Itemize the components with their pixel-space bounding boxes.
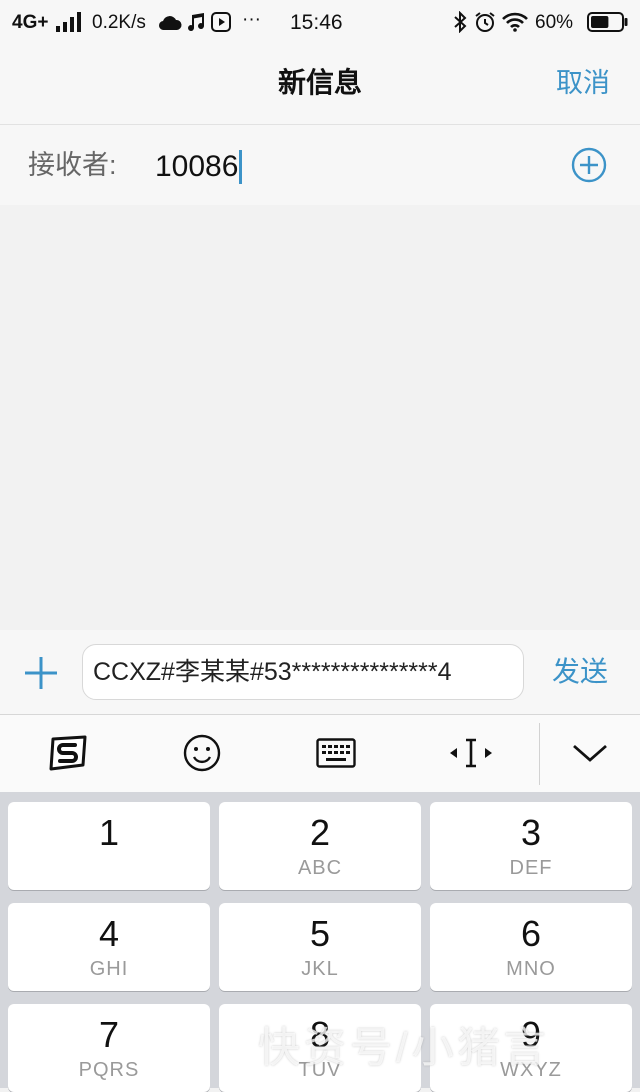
page-title: 新信息 xyxy=(277,67,362,98)
attach-button[interactable] xyxy=(22,654,60,692)
key-letters: ABC xyxy=(297,857,343,879)
key-digit: 1 xyxy=(98,812,120,853)
key-5[interactable]: 5 JKL xyxy=(219,903,421,991)
signal-icon xyxy=(56,12,82,39)
key-letters: GHI xyxy=(89,958,129,980)
recipient-row: 接收者: 10086 xyxy=(0,125,640,205)
key-digit: 4 xyxy=(98,913,120,954)
key-3[interactable]: 3 DEF xyxy=(430,802,632,890)
key-letters: DEF xyxy=(509,857,553,879)
compose-bar: CCXZ#李某某#53***************4 发送 xyxy=(0,630,640,714)
key-digit: 6 xyxy=(520,913,542,954)
network-type: 4G+ xyxy=(12,12,49,33)
key-letters: PQRS xyxy=(78,1059,140,1081)
plus-icon xyxy=(25,657,57,689)
music-icon xyxy=(186,12,206,39)
add-recipient-button[interactable] xyxy=(571,147,607,183)
emoji-icon[interactable] xyxy=(180,733,224,773)
key-4[interactable]: 4 GHI xyxy=(8,903,210,991)
nav-bar: 新信息 取消 xyxy=(0,46,640,125)
cursor-move-icon[interactable] xyxy=(448,733,494,773)
battery-icon xyxy=(587,12,629,39)
send-button[interactable]: 发送 xyxy=(552,655,608,689)
key-2[interactable]: 2 ABC xyxy=(219,802,421,890)
bluetooth-icon xyxy=(452,10,468,40)
recipient-input[interactable]: 10086 xyxy=(155,150,243,184)
recipient-label: 接收者: xyxy=(28,150,117,180)
key-digit: 7 xyxy=(98,1014,120,1055)
sogou-logo-icon[interactable] xyxy=(46,733,90,773)
alarm-icon xyxy=(474,11,496,40)
play-icon xyxy=(211,12,231,39)
plus-circle-icon xyxy=(571,147,607,183)
key-digit: 3 xyxy=(520,812,542,853)
key-letters: JKL xyxy=(301,958,339,980)
more-notifications: ··· xyxy=(242,9,261,30)
cloud-icon xyxy=(158,12,182,39)
key-6[interactable]: 6 MNO xyxy=(430,903,632,991)
message-input[interactable]: CCXZ#李某某#53***************4 xyxy=(82,644,524,700)
clock: 15:46 xyxy=(290,11,343,34)
key-1[interactable]: 1 xyxy=(8,802,210,890)
toolbar-divider xyxy=(539,723,540,785)
key-7[interactable]: 7 PQRS xyxy=(8,1004,210,1092)
keyboard-icon[interactable] xyxy=(314,733,358,773)
watermark: 快资号/小猪言 xyxy=(258,1024,550,1071)
text-cursor xyxy=(239,150,243,184)
status-bar: 4G+ 0.2K/s ··· 15:46 60% xyxy=(0,0,640,46)
key-letters: MNO xyxy=(506,958,556,980)
message-thread-area xyxy=(0,206,640,630)
wifi-icon xyxy=(502,12,528,39)
key-digit: 5 xyxy=(309,913,331,954)
recipient-value: 10086 xyxy=(155,150,239,183)
key-digit: 2 xyxy=(309,812,331,853)
keyboard-toolbar xyxy=(0,714,640,793)
cancel-button[interactable]: 取消 xyxy=(556,66,610,100)
battery-percent: 60% xyxy=(535,12,574,33)
network-speed: 0.2K/s xyxy=(92,12,146,33)
chevron-down-icon[interactable] xyxy=(570,733,610,773)
